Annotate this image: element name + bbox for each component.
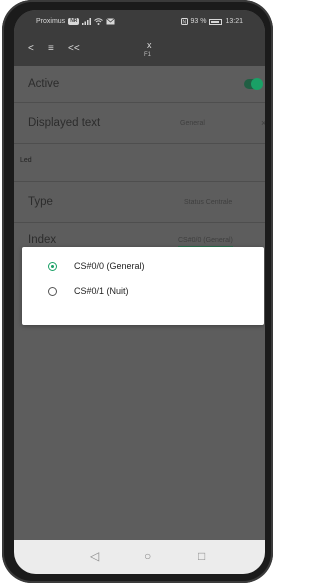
option-general[interactable]: CS#0/0 (General) bbox=[48, 259, 248, 279]
wifi-icon bbox=[94, 18, 104, 25]
index-label: Index bbox=[28, 234, 57, 246]
option-label: CS#0/0 (General) bbox=[74, 261, 145, 271]
active-toggle[interactable] bbox=[244, 78, 263, 90]
page-title: F1 bbox=[144, 52, 152, 58]
section-header: Led bbox=[20, 157, 32, 164]
home-nav-icon[interactable]: ○ bbox=[144, 549, 151, 563]
battery-icon bbox=[209, 18, 223, 25]
option-label: CS#0/1 (Nuit) bbox=[74, 286, 129, 296]
chevron-left-icon[interactable]: < bbox=[28, 44, 34, 54]
active-row: Active bbox=[14, 66, 265, 103]
phone-frame: Proximus NR N 93 % 13:21 < ≡ << x F1 Act… bbox=[2, 0, 273, 583]
system-nav-bar: ◁ ○ □ bbox=[14, 540, 265, 574]
displayed-text-label: Displayed text bbox=[28, 117, 101, 129]
svg-text:N: N bbox=[182, 20, 186, 26]
status-left: Proximus NR bbox=[36, 18, 116, 25]
back-nav-icon[interactable]: ◁ bbox=[90, 549, 99, 563]
mail-icon bbox=[106, 18, 116, 25]
status-bar: Proximus NR N 93 % 13:21 bbox=[14, 10, 265, 32]
radio-checked-icon[interactable] bbox=[48, 262, 57, 271]
index-picker-dialog: CS#0/0 (General) CS#0/1 (Nuit) bbox=[22, 247, 264, 325]
nfc-icon: N bbox=[180, 18, 188, 26]
screen: Proximus NR N 93 % 13:21 < ≡ << x F1 Act… bbox=[14, 10, 265, 574]
network-badge: NR bbox=[68, 18, 80, 25]
displayed-text-value[interactable]: General bbox=[180, 120, 205, 127]
double-chevron-left-icon[interactable]: << bbox=[68, 44, 80, 54]
app-bar: < ≡ << x F1 bbox=[14, 32, 265, 66]
led-section: Led bbox=[14, 144, 265, 182]
signal-icon bbox=[82, 18, 92, 25]
status-right: N 93 % 13:21 bbox=[180, 18, 243, 26]
recents-nav-icon[interactable]: □ bbox=[198, 549, 205, 563]
displayed-text-row[interactable]: Displayed text General × bbox=[14, 103, 265, 144]
type-label: Type bbox=[28, 196, 53, 208]
type-value[interactable]: Status Centrale bbox=[184, 199, 232, 206]
radio-unchecked-icon[interactable] bbox=[48, 287, 57, 296]
carrier-name: Proximus bbox=[36, 18, 66, 25]
clear-icon[interactable]: × bbox=[261, 118, 265, 128]
option-nuit[interactable]: CS#0/1 (Nuit) bbox=[48, 284, 248, 304]
clock: 13:21 bbox=[225, 18, 243, 25]
battery-percent: 93 % bbox=[190, 18, 207, 25]
active-label: Active bbox=[28, 78, 60, 90]
menu-icon[interactable]: ≡ bbox=[48, 44, 54, 54]
close-icon[interactable]: x bbox=[147, 40, 152, 50]
type-row[interactable]: Type Status Centrale bbox=[14, 182, 265, 223]
index-value[interactable]: CS#0/0 (General) bbox=[178, 237, 233, 247]
